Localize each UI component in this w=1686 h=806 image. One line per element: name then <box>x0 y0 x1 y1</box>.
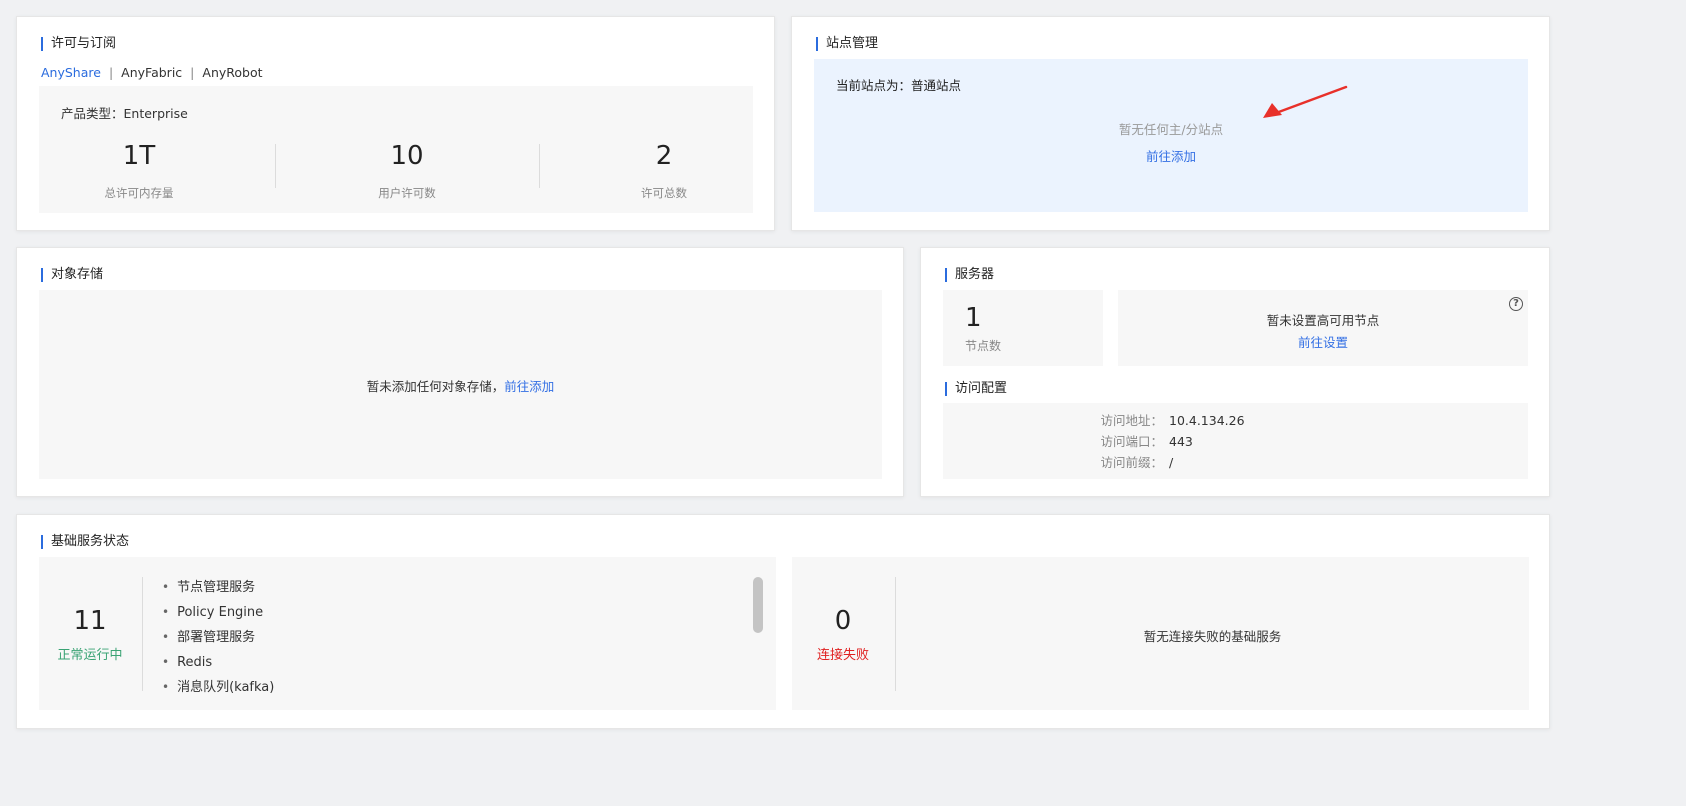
tab-anyfabric[interactable]: AnyFabric <box>121 65 182 80</box>
product-type-value: Enterprise <box>123 106 188 121</box>
object-storage-title: 对象存储 <box>41 268 103 282</box>
running-panel: 11 正常运行中 节点管理服务 Policy Engine 部署管理服务 Red… <box>39 557 776 710</box>
node-count: 1 <box>965 303 982 333</box>
access-value: / <box>1169 455 1174 470</box>
access-address-row: 访问地址： 10.4.134.26 <box>1093 410 1245 431</box>
product-type: 产品类型：Enterprise <box>61 103 188 122</box>
failed-count: 0 <box>834 606 852 636</box>
product-tabs: AnyShare | AnyFabric | AnyRobot <box>41 65 263 80</box>
access-panel: 访问地址： 10.4.134.26 访问端口： 443 访问前缀： / <box>943 403 1528 479</box>
access-key: 访问前缀： <box>1100 455 1163 470</box>
license-title: 许可与订阅 <box>41 37 116 51</box>
object-storage-empty-text: 暂未添加任何对象存储， <box>366 379 505 394</box>
server-card: 服务器 1 节点数 暂未设置高可用节点 前往设置 ? 访问配置 访问地址： 10.… <box>920 247 1550 497</box>
object-storage-add-link[interactable]: 前往添加 <box>504 379 554 394</box>
site-title: 站点管理 <box>816 37 878 51</box>
access-prefix-row: 访问前缀： / <box>1093 452 1245 473</box>
tab-anyshare[interactable]: AnyShare <box>41 65 101 80</box>
access-rows: 访问地址： 10.4.134.26 访问端口： 443 访问前缀： / <box>1093 410 1245 473</box>
license-card: 许可与订阅 AnyShare | AnyFabric | AnyRobot 产品类型：E… <box>16 16 775 231</box>
access-value: 10.4.134.26 <box>1169 413 1245 428</box>
tab-anyrobot[interactable]: AnyRobot <box>202 65 262 80</box>
stat-label: 总许可内存量 <box>104 186 174 200</box>
services-card: 基础服务状态 11 正常运行中 节点管理服务 Policy Engine 部署管… <box>16 514 1550 729</box>
product-type-label: 产品类型： <box>61 106 124 121</box>
site-card: 站点管理 当前站点为：普通站点 暂无任何主/分站点 前往添加 <box>791 16 1550 231</box>
access-key: 访问地址： <box>1100 413 1163 428</box>
node-count-panel: 1 节点数 <box>943 290 1103 366</box>
access-value: 443 <box>1169 434 1193 449</box>
current-site-label: 当前站点为： <box>836 78 912 93</box>
site-add-wrapper: 前往添加 <box>814 146 1528 165</box>
stat-value: 1T <box>122 141 156 171</box>
stat-label: 用户许可数 <box>378 186 436 200</box>
failed-label: 连接失败 <box>816 648 869 663</box>
object-storage-card: 对象存储 暂未添加任何对象存储，前往添加 <box>16 247 904 497</box>
access-key: 访问端口： <box>1100 434 1163 449</box>
node-count-label: 节点数 <box>965 339 1002 353</box>
access-port-row: 访问端口： 443 <box>1093 431 1245 452</box>
current-site-value: 普通站点 <box>911 78 962 93</box>
list-item: Policy Engine <box>162 600 274 625</box>
help-circle-icon[interactable]: ? <box>1509 297 1523 311</box>
list-item: Redis <box>162 650 274 675</box>
ha-settings-link[interactable]: 前往设置 <box>1298 335 1348 350</box>
access-title: 访问配置 <box>945 382 1007 396</box>
running-divider <box>142 577 143 691</box>
list-item: 部署管理服务 <box>162 625 274 650</box>
ha-empty-text: 暂未设置高可用节点 <box>1266 313 1380 328</box>
list-scrollbar[interactable] <box>753 577 763 633</box>
annotation-arrow-icon <box>1263 85 1348 118</box>
ha-panel: 暂未设置高可用节点 前往设置 ? <box>1118 290 1528 366</box>
stat-total-licenses: 2 许可总数 <box>534 141 794 201</box>
failed-panel: 0 连接失败 暂无连接失败的基础服务 <box>792 557 1529 710</box>
running-label: 正常运行中 <box>57 648 123 663</box>
server-title: 服务器 <box>945 268 994 282</box>
site-panel: 当前站点为：普通站点 暂无任何主/分站点 前往添加 <box>814 59 1528 212</box>
license-panel: 产品类型：Enterprise 1T 总许可内存量 10 用户许可数 2 许可总… <box>39 86 753 213</box>
failed-empty-text: 暂无连接失败的基础服务 <box>1143 629 1282 644</box>
list-item: 节点管理服务 <box>162 575 274 600</box>
running-service-list[interactable]: 节点管理服务 Policy Engine 部署管理服务 Redis 消息队列(k… <box>162 575 274 700</box>
stat-value: 2 <box>655 141 673 171</box>
list-item: 消息队列(kafka) <box>162 675 274 700</box>
object-storage-panel: 暂未添加任何对象存储，前往添加 <box>39 290 882 479</box>
current-site: 当前站点为：普通站点 <box>836 75 961 94</box>
stat-label: 许可总数 <box>641 186 687 200</box>
tab-separator: | <box>190 65 195 80</box>
ha-link-wrapper: 前往设置 <box>1118 332 1528 351</box>
object-storage-empty: 暂未添加任何对象存储，前往添加 <box>39 376 882 395</box>
stat-divider <box>275 144 276 188</box>
services-title: 基础服务状态 <box>41 535 129 549</box>
running-count: 11 <box>73 606 107 636</box>
site-add-link[interactable]: 前往添加 <box>1146 149 1196 164</box>
site-empty-text: 暂无任何主/分站点 <box>1118 122 1224 137</box>
tab-separator: | <box>108 65 114 80</box>
stat-value: 10 <box>390 141 424 171</box>
stat-total-storage: 1T 总许可内存量 <box>9 141 269 201</box>
stat-user-licenses: 10 用户许可数 <box>277 141 537 201</box>
